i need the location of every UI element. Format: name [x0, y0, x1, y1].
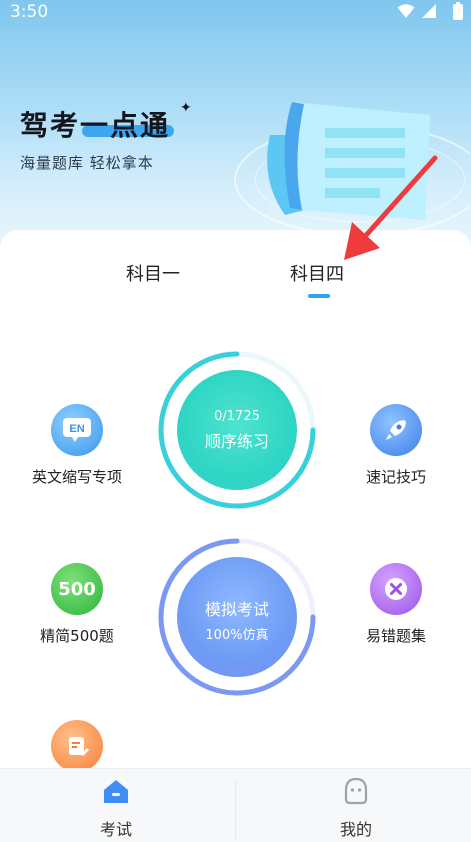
feature-label: 速记技巧: [365, 468, 426, 486]
x-icon: [370, 563, 422, 615]
rocket-icon: [370, 404, 422, 456]
signal-icon: [422, 4, 436, 18]
feature-label: 英文缩写专项: [31, 468, 122, 486]
home-icon: [104, 780, 128, 803]
quick-tips-feature[interactable]: 速记技巧: [331, 404, 461, 487]
battery-icon: [453, 2, 463, 20]
500-icon: 500: [51, 563, 103, 615]
nav-label-exam: 考试: [99, 820, 132, 839]
practice-progress-text: 0/1725: [214, 408, 260, 424]
app-title: 驾考一点通: [20, 109, 171, 142]
feature-label: 易错题集: [365, 627, 426, 645]
wifi-icon: [397, 4, 415, 18]
sparkle-icon: ✦: [180, 100, 192, 116]
nav-divider: [235, 780, 236, 840]
feature-label: 精简500题: [40, 627, 114, 645]
exam-title: 模拟考试: [204, 599, 269, 619]
wrong-questions-feature[interactable]: 易错题集: [331, 563, 461, 646]
simplified-500-feature[interactable]: 500 精简500题: [12, 563, 142, 646]
nav-label-mine: 我的: [339, 820, 372, 839]
en-icon: EN: [51, 404, 103, 456]
red-arrow-annotation: [344, 155, 438, 260]
nav-item-mine[interactable]: 我的: [296, 776, 416, 840]
english-abbrev-feature[interactable]: EN 英文缩写专项: [12, 404, 142, 487]
exam-subtitle: 100%仿真: [205, 627, 269, 643]
note-icon: [51, 720, 103, 772]
sequential-practice-button[interactable]: 0/1725 顺序练习: [157, 350, 317, 510]
mock-exam-button[interactable]: 模拟考试 100%仿真: [157, 537, 317, 697]
notes-feature[interactable]: [12, 720, 142, 772]
svg-text:EN: EN: [69, 423, 84, 435]
status-bar: 3:50: [0, 0, 471, 26]
app-subtitle: 海量题库 轻松拿本: [20, 154, 154, 172]
profile-icon: [344, 777, 368, 805]
tab-subject-one[interactable]: 科目一: [126, 260, 180, 286]
status-time: 3:50: [10, 2, 49, 22]
tab-active-indicator: [308, 294, 330, 298]
practice-title: 顺序练习: [204, 431, 269, 451]
nav-item-exam[interactable]: 考试: [56, 776, 176, 840]
